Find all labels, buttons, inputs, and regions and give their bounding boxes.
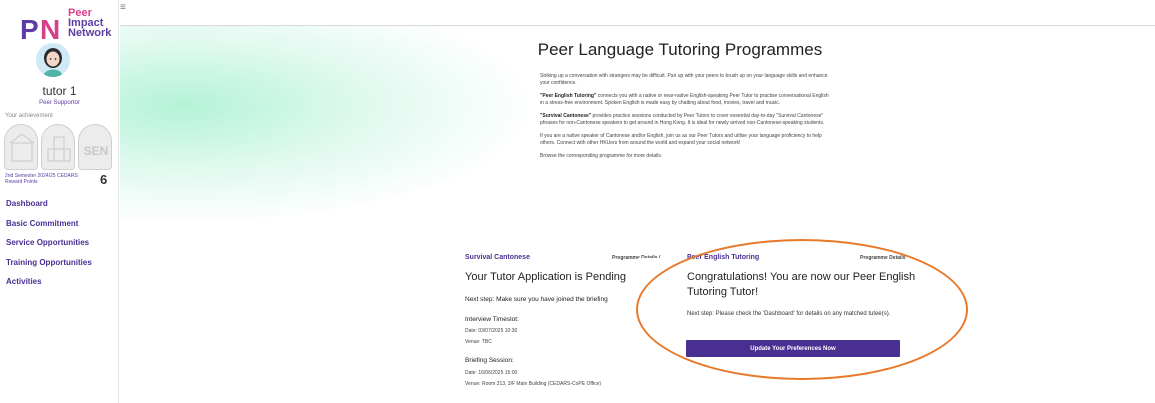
logo-mark-n: N [40, 14, 61, 45]
achievement-badge[interactable] [41, 124, 75, 170]
page-title: Peer Language Tutoring Programmes [537, 40, 823, 59]
achievement-label: Your achievement [5, 113, 53, 119]
avatar-person-icon [36, 43, 70, 77]
cantonese-next-step: Next step: Make sure you have joined the… [465, 296, 608, 303]
intro-text: Striking up a conversation with stranger… [540, 73, 830, 166]
intro-paragraph: Browse the corresponding programme for m… [540, 153, 663, 159]
interview-label: Interview Timeslot: [465, 316, 519, 323]
achievement-badge[interactable]: SEN [78, 124, 112, 170]
interview-date: Date: 03/07/2025 10:30 [465, 328, 518, 334]
sidebar-item-dashboard[interactable]: Dashboard [6, 199, 92, 219]
briefing-label: Briefing Session: [465, 357, 514, 364]
achievement-badges: SEN [4, 124, 114, 170]
intro-highlight: "Peer English Tutoring" [540, 93, 597, 99]
english-next-step: Next step: Please check the 'Dashboard' … [687, 311, 891, 317]
logo-wordmark: Peer Impact Network [68, 8, 112, 39]
intro-paragraph: Striking up a conversation with stranger… [540, 73, 828, 86]
intro-paragraph: "Peer English Tutoring" connects you wit… [540, 93, 830, 107]
briefing-date: Date: 16/06/2025 15:00 [465, 370, 518, 376]
sen-badge-icon: SEN [84, 144, 109, 158]
sidebar-item-service-opportunities[interactable]: Service Opportunities [6, 238, 92, 258]
sidebar-nav: Dashboard Basic Commitment Service Oppor… [6, 199, 92, 297]
tower-icon [47, 136, 71, 162]
english-programme-details-link[interactable]: Programme Details [860, 255, 906, 261]
sidebar: P N Peer Impact Network tutor 1 Peer Sup… [0, 0, 119, 403]
sidebar-item-training-opportunities[interactable]: Training Opportunities [6, 258, 92, 278]
reward-points-label: 2nd Semester 2024/25 CEDARS Reward Point… [5, 173, 78, 185]
intro-paragraph: If you are a native speaker of Cantonese… [540, 133, 822, 146]
intro-highlight: "Survival Cantonese" [540, 113, 592, 119]
english-card-title: Peer English Tutoring [687, 254, 760, 261]
cantonese-card-title: Survival Cantonese [465, 254, 530, 261]
pin-logo[interactable]: P N Peer Impact Network [8, 4, 118, 46]
reward-points-value: 6 [100, 172, 108, 187]
logo-mark-p: P [20, 14, 39, 45]
menu-icon[interactable]: ≡ [120, 2, 130, 13]
briefing-venue: Venue: Room 313, 3/F Main Building (CEDA… [465, 381, 602, 387]
update-preferences-button[interactable]: Update Your Preferences Now [686, 340, 900, 357]
sidebar-item-basic-commitment[interactable]: Basic Commitment [6, 219, 92, 239]
interview-venue: Venue: TBC [465, 339, 492, 345]
avatar [36, 43, 70, 77]
congratulations-message: Congratulations! You are now our Peer En… [687, 271, 916, 298]
user-role: Peer Supportor [39, 100, 80, 106]
intro-paragraph: "Survival Cantonese" provides practice s… [540, 113, 830, 127]
username: tutor 1 [42, 84, 77, 98]
sidebar-item-activities[interactable]: Activities [6, 277, 92, 297]
building-icon [9, 133, 35, 162]
logo-line-network: Network [68, 27, 112, 39]
sen-badge-text: SEN [84, 144, 109, 158]
application-status: Your Tutor Application is Pending [465, 271, 627, 283]
achievement-badge[interactable] [4, 124, 38, 170]
